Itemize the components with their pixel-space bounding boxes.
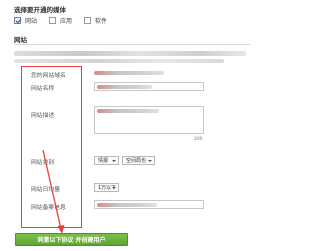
red-arrow-icon — [42, 149, 65, 234]
agree-and-create-button[interactable]: 同意以下协议 并创建用户 — [15, 233, 128, 246]
